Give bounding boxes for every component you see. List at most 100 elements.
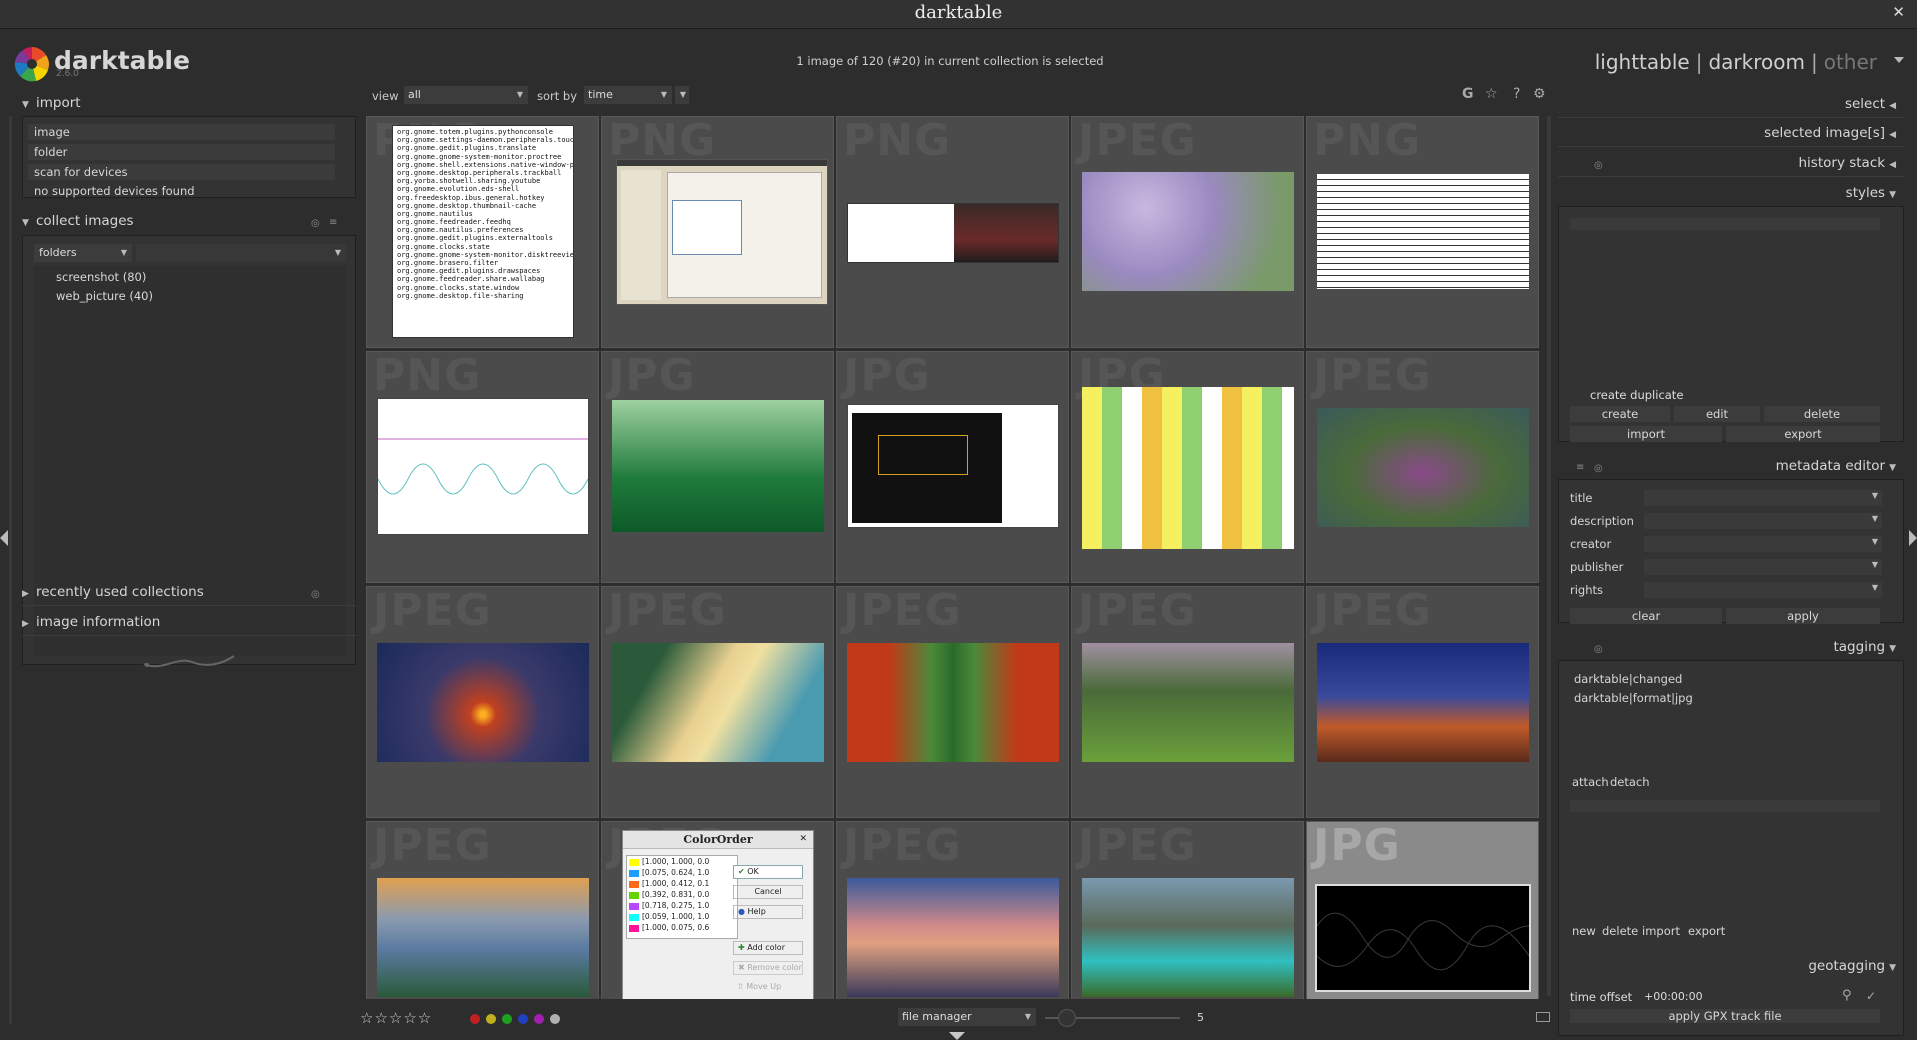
folder-item[interactable]: web_picture (40) [56,289,153,305]
color-row[interactable]: [1.000, 0.412, 0.1 [627,878,737,889]
import-folder-button[interactable]: folder [28,144,335,160]
style-edit-button[interactable]: edit [1674,406,1760,422]
view-lighttable[interactable]: lighttable [1595,50,1690,74]
styles-header[interactable]: styles ▼ [1846,185,1896,205]
meta-description-input[interactable]: ▼ [1644,513,1882,529]
detach-button[interactable]: detach [1610,775,1650,789]
color-row[interactable]: [0.718, 0.275, 1.0 [627,900,737,911]
tag-dictionary-list[interactable] [1570,816,1880,926]
star-overlay-icon[interactable]: ☆ [1485,86,1498,102]
color-label-dot[interactable] [518,1014,528,1024]
color-label-dot[interactable] [502,1014,512,1024]
import-image-button[interactable]: image [28,124,335,140]
thumbnail-cell[interactable]: JPEG [1306,350,1539,583]
meta-rights-input[interactable]: ▼ [1644,582,1882,598]
thumbnail-cell[interactable]: JPEG [1071,585,1304,818]
meta-creator-input[interactable]: ▼ [1644,536,1882,552]
view-other[interactable]: other [1824,50,1877,74]
attach-button[interactable]: attach [1572,775,1609,789]
thumbnail-cell-selected[interactable]: JPG [1306,820,1539,999]
style-import-button[interactable]: import [1570,426,1722,442]
sort-select[interactable]: time ▼ [584,86,672,104]
color-row[interactable]: [0.392, 0.831, 0.0 [627,889,737,900]
zoom-value[interactable]: 5 [1197,1011,1204,1024]
filmstrip-toggle-icon[interactable] [1536,1012,1550,1022]
color-row[interactable]: [0.059, 1.000, 1.0 [627,911,737,922]
thumbnail-grid[interactable]: PNG org.gnome.totem.plugins.pythonconsol… [366,116,1541,999]
folder-item[interactable]: screenshot (80) [56,270,146,286]
attached-tag[interactable]: darktable|changed [1574,672,1682,686]
meta-title-input[interactable]: ▼ [1644,490,1882,506]
help-icon[interactable]: ? [1513,86,1520,102]
tag-entry-input[interactable] [1570,800,1880,812]
thumbnail-cell[interactable]: JPG [1071,350,1304,583]
thumbnail-cell[interactable]: PNG org.gnome.totem.plugins.pythonconsol… [366,116,599,348]
right-panel-toggle-icon[interactable] [1909,530,1917,546]
scan-devices-button[interactable]: scan for devices [28,164,335,180]
thumbnail-cell[interactable]: JPEG [836,585,1069,818]
image-information-header[interactable]: ▶ image information [22,614,160,634]
presets-icon[interactable]: ≡ [329,217,337,228]
style-create-button[interactable]: create [1570,406,1670,422]
thumbnail-cell[interactable]: PNG [1306,116,1539,348]
view-darkroom[interactable]: darkroom [1708,50,1805,74]
history-stack-header[interactable]: history stack ◀ [1799,155,1897,175]
tag-export-button[interactable]: export [1688,924,1725,938]
tagging-header[interactable]: tagging ▼ [1833,639,1896,659]
create-duplicate-checkbox[interactable]: create duplicate [1590,388,1683,402]
collect-images-header[interactable]: ▼ collect images [22,213,134,233]
time-offset-input[interactable]: +00:00:00 [1644,990,1824,1006]
bottom-panel-toggle-icon[interactable] [949,1032,965,1040]
grouping-icon[interactable]: G [1462,86,1474,102]
zoom-slider-handle[interactable] [1058,1009,1076,1027]
style-delete-button[interactable]: delete [1764,406,1880,422]
color-label-dot[interactable] [470,1014,480,1024]
thumbnail-cell[interactable]: JPEG [836,820,1069,999]
recent-collections-header[interactable]: ▶ recently used collections [22,584,204,604]
thumbnail-cell[interactable]: JPEG [1071,820,1304,999]
collect-property-select[interactable]: folders ▼ [34,244,132,262]
grid-scrollbar[interactable] [1547,116,1551,996]
metadata-editor-header[interactable]: metadata editor ▼ [1776,458,1896,478]
left-panel-toggle-icon[interactable] [0,530,8,546]
geotagging-header[interactable]: geotagging ▼ [1808,958,1896,978]
color-row[interactable]: [0.075, 0.624, 1.0 [627,867,737,878]
thumbnail-cell[interactable]: PNG [366,350,599,583]
metadata-clear-button[interactable]: clear [1570,608,1722,624]
meta-publisher-input[interactable]: ▼ [1644,559,1882,575]
selected-images-header[interactable]: selected image[s] ◀ [1764,125,1896,145]
search-icon[interactable]: ⚲ [1842,988,1852,1003]
reset-icon[interactable]: ◎ [311,589,320,600]
apply-check-icon[interactable]: ✓ [1866,989,1876,1003]
close-icon[interactable]: ✕ [1892,3,1905,21]
tag-new-button[interactable]: new [1572,924,1596,938]
thumbnail-cell[interactable]: JPG [836,350,1069,583]
tag-import-button[interactable]: import [1642,924,1680,938]
thumbnail-cell[interactable]: JPEG ColorOrder ✕ [1.000, 1.000, 0.0[0.0… [601,820,834,999]
apply-gpx-button[interactable]: apply GPX track file [1570,1009,1880,1023]
reset-icon[interactable]: ◎ [1594,160,1603,171]
thumbnail-cell[interactable]: JPEG [601,585,834,818]
style-export-button[interactable]: export [1726,426,1880,442]
thumbnail-cell[interactable]: JPEG [366,585,599,818]
thumbnail-cell[interactable]: JPEG [366,820,599,999]
reset-icon[interactable]: ◎ [1594,644,1603,655]
thumbnail-cell[interactable]: JPEG [1306,585,1539,818]
sort-order-toggle[interactable]: ▼ [675,86,689,104]
styles-list[interactable] [1570,218,1880,230]
color-row[interactable]: [1.000, 1.000, 0.0 [627,856,737,867]
star-rating-filter[interactable]: ☆☆☆☆☆ [360,1009,432,1027]
collect-filter-input[interactable]: ▼ [136,244,346,262]
views-dropdown-icon[interactable] [1894,57,1904,63]
thumbnail-cell[interactable]: JPEG [1071,116,1304,348]
reset-icon[interactable]: ◎ [1594,463,1603,474]
presets-icon[interactable]: ≡ [1576,462,1584,473]
attached-tag[interactable]: darktable|format|jpg [1574,691,1693,705]
thumbnail-cell[interactable]: PNG [836,116,1069,348]
thumbnail-cell[interactable]: JPG [601,350,834,583]
metadata-apply-button[interactable]: apply [1726,608,1880,624]
tag-delete-button[interactable]: delete [1602,924,1638,938]
import-module-header[interactable]: ▼ import [22,95,81,115]
select-module-header[interactable]: select ◀ [1845,96,1896,116]
left-scrollbar[interactable] [9,116,12,1024]
